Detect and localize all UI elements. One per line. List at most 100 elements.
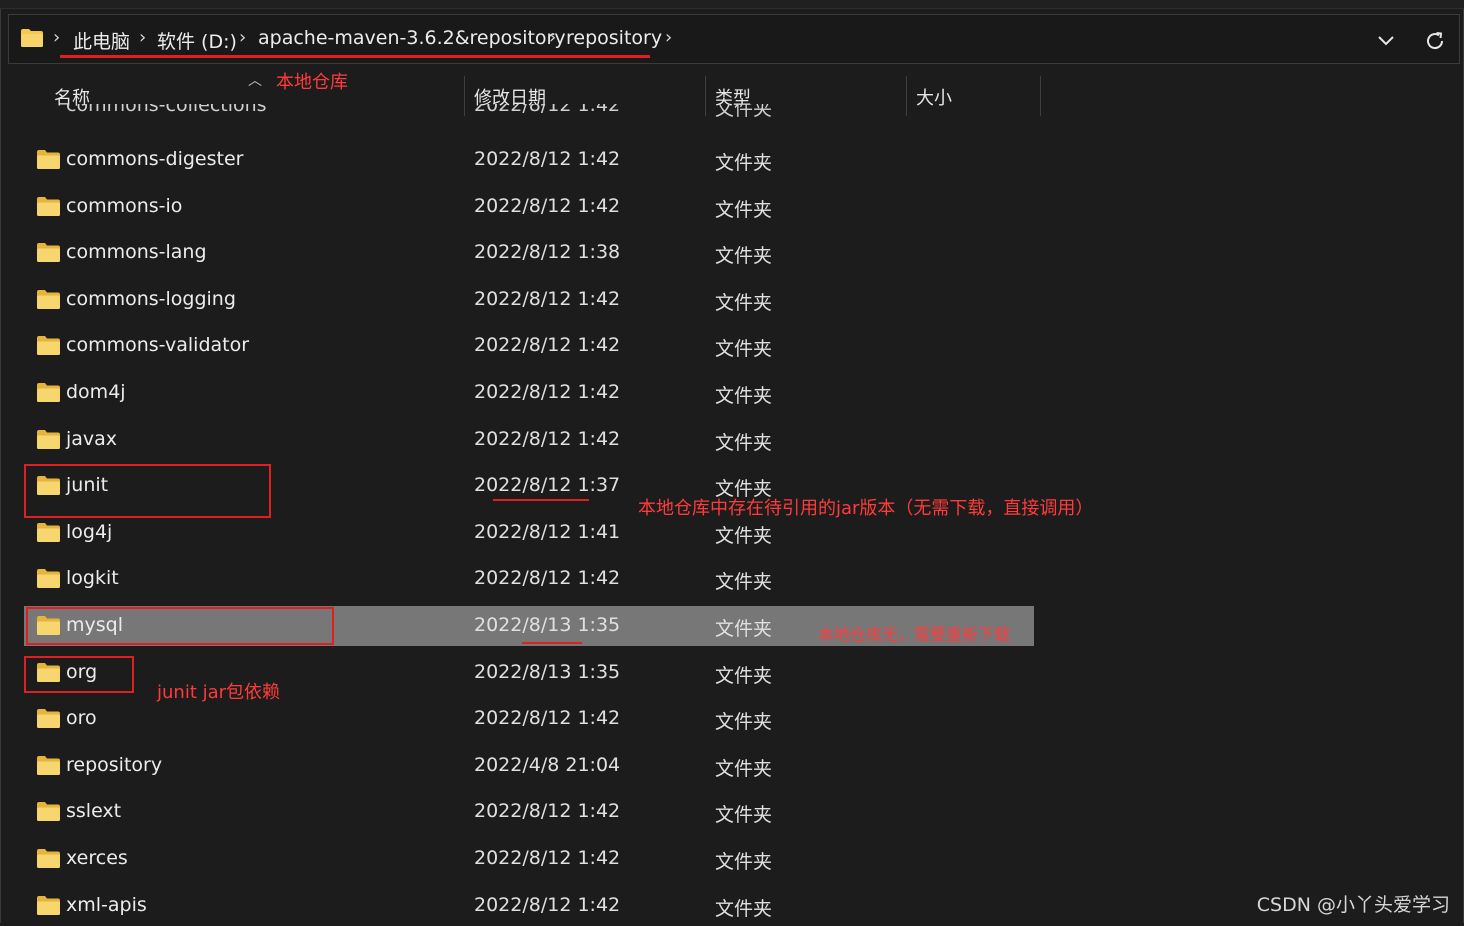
file-type: 文件夹: [715, 804, 773, 826]
file-name: dom4j: [66, 381, 126, 403]
file-date: 2022/8/12 1:42: [474, 894, 621, 916]
folder-icon: [37, 336, 60, 355]
folder-icon: [37, 849, 60, 868]
folder-icon: [37, 709, 60, 728]
refresh-icon[interactable]: [1422, 28, 1448, 54]
file-date: 2022/8/12 1:42: [474, 847, 621, 869]
annotation-junit-exists: 本地仓库中存在待引用的jar版本（无需下载，直接调用）: [638, 498, 1094, 519]
list-item[interactable]: oro 2022/8/12 1:42 文件夹: [24, 699, 1034, 739]
list-item[interactable]: sslext 2022/8/12 1:42 文件夹: [24, 792, 1034, 832]
annotation-box-junit: [24, 464, 271, 518]
folder-icon: [37, 243, 60, 262]
file-type: 文件夹: [715, 292, 773, 314]
file-type: 文件夹: [715, 898, 773, 920]
file-name: javax: [66, 428, 118, 450]
file-name: commons-collections: [66, 104, 267, 116]
file-name: repository: [66, 754, 163, 776]
file-date: 2022/8/12 1:42: [474, 428, 621, 450]
list-item[interactable]: commons-io 2022/8/12 1:42 文件夹: [24, 187, 1034, 227]
address-annotation-underline: [60, 55, 650, 58]
breadcrumb-separator: ›: [239, 27, 247, 48]
list-item-partial[interactable]: commons-collections 2022/8/12 1:42 文件夹: [36, 104, 796, 118]
file-name: commons-io: [66, 195, 183, 217]
file-type: 文件夹: [715, 618, 773, 640]
breadcrumb-separator: ›: [549, 27, 557, 48]
list-item[interactable]: repository 2022/4/8 21:04 文件夹: [24, 746, 1034, 786]
breadcrumb-maven-folder[interactable]: apache-maven-3.6.2&repository: [258, 27, 566, 49]
folder-icon: [37, 802, 60, 821]
breadcrumb-drive-d[interactable]: 软件 (D:): [157, 27, 237, 54]
breadcrumb-separator: ›: [53, 27, 61, 48]
file-type: 文件夹: [715, 571, 773, 593]
chevron-down-icon[interactable]: [1373, 28, 1399, 54]
annotation-underline-mysql-date: [522, 642, 582, 644]
column-header-size[interactable]: 大小: [916, 84, 952, 110]
file-name: commons-digester: [66, 148, 244, 170]
file-type: 文件夹: [715, 104, 773, 118]
folder-icon: [37, 150, 60, 169]
file-name: commons-validator: [66, 334, 250, 356]
title-strip: [0, 0, 1464, 9]
list-item[interactable]: xerces 2022/8/12 1:42 文件夹: [24, 839, 1034, 879]
list-item[interactable]: commons-digester 2022/8/12 1:42 文件夹: [24, 140, 1034, 180]
list-item[interactable]: xml-apis 2022/8/12 1:42 文件夹: [24, 886, 1034, 926]
list-item[interactable]: commons-lang 2022/8/12 1:38 文件夹: [24, 233, 1034, 273]
annotation-box-org: [24, 656, 134, 693]
file-type: 文件夹: [715, 665, 773, 687]
file-date: 2022/8/12 1:42: [474, 800, 621, 822]
list-item[interactable]: commons-validator 2022/8/12 1:42 文件夹: [24, 326, 1034, 366]
sort-up-icon: ︿: [248, 73, 262, 89]
folder-icon: [37, 896, 60, 915]
file-date: 2022/8/12 1:42: [474, 707, 621, 729]
folder-icon: [37, 569, 60, 588]
file-date: 2022/8/12 1:38: [474, 241, 621, 263]
folder-icon: [37, 290, 60, 309]
folder-icon: [37, 430, 60, 449]
list-item[interactable]: logkit 2022/8/12 1:42 文件夹: [24, 559, 1034, 599]
file-date: 2022/8/12 1:42: [474, 195, 621, 217]
annotation-box-mysql: [26, 607, 334, 645]
file-date: 2022/4/8 21:04: [474, 754, 621, 776]
breadcrumb-repository[interactable]: repository: [566, 27, 662, 49]
file-name: xml-apis: [66, 894, 147, 916]
column-divider[interactable]: [1040, 76, 1041, 116]
annotation-mysql-missing: 本地仓库无，需要重新下载: [818, 625, 1011, 644]
file-name: sslext: [66, 800, 122, 822]
file-type: 文件夹: [715, 199, 773, 221]
file-name: xerces: [66, 847, 128, 869]
annotation-junit-dependency: junit jar包依赖: [157, 682, 281, 703]
file-name: commons-logging: [66, 288, 236, 310]
folder-icon: [21, 29, 43, 47]
file-date: 2022/8/12 1:42: [474, 334, 621, 356]
file-type: 文件夹: [715, 152, 773, 174]
file-date: 2022/8/12 1:37: [474, 474, 621, 496]
file-type: 文件夹: [715, 432, 773, 454]
annotation-local-repo: 本地仓库: [276, 72, 348, 93]
file-type: 文件夹: [715, 525, 773, 547]
file-date: 2022/8/12 1:42: [474, 288, 621, 310]
file-date: 2022/8/12 1:42: [474, 148, 621, 170]
column-divider[interactable]: [906, 76, 907, 116]
file-date: 2022/8/12 1:42: [474, 567, 621, 589]
folder-icon: [37, 523, 60, 542]
breadcrumb-this-pc[interactable]: 此电脑: [73, 27, 130, 54]
file-type: 文件夹: [715, 385, 773, 407]
folder-icon: [37, 756, 60, 775]
watermark: CSDN @小丫头爱学习: [1256, 894, 1450, 916]
file-name: log4j: [66, 521, 113, 543]
list-item[interactable]: dom4j 2022/8/12 1:42 文件夹: [24, 373, 1034, 413]
breadcrumb-separator: ›: [139, 27, 147, 48]
list-item[interactable]: javax 2022/8/12 1:42 文件夹: [24, 420, 1034, 460]
folder-icon: [37, 383, 60, 402]
file-date: 2022/8/13 1:35: [474, 661, 621, 683]
file-date: 2022/8/12 1:42: [474, 381, 621, 403]
file-date: 2022/8/12 1:42: [474, 104, 621, 116]
file-name: oro: [66, 707, 97, 729]
file-date: 2022/8/13 1:35: [474, 614, 621, 636]
file-type: 文件夹: [715, 245, 773, 267]
file-type: 文件夹: [715, 758, 773, 780]
file-date: 2022/8/12 1:41: [474, 521, 621, 543]
annotation-underline-junit-date: [493, 499, 589, 501]
list-item[interactable]: commons-logging 2022/8/12 1:42 文件夹: [24, 280, 1034, 320]
file-type: 文件夹: [715, 851, 773, 873]
